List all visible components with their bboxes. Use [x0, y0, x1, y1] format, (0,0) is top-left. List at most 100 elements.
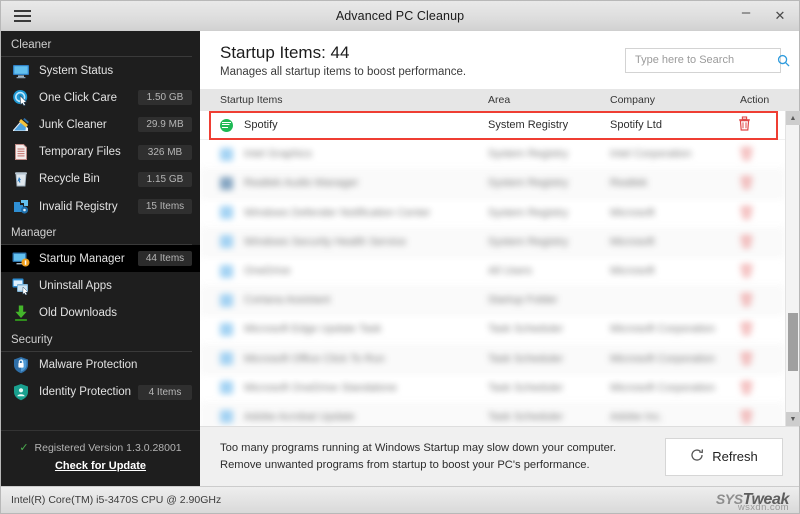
- sidebar-item-temporary-files[interactable]: Temporary Files 326 MB: [1, 139, 200, 166]
- window-title: Advanced PC Cleanup: [335, 8, 465, 23]
- registration-status: ✓ Registered Version 1.3.0.28001: [1, 441, 200, 455]
- check-for-update-link[interactable]: Check for Update: [55, 460, 146, 472]
- one-click-care-icon: [11, 88, 30, 107]
- row-action: 🗑: [736, 146, 785, 162]
- app-icon: [220, 322, 233, 336]
- row-startup-item-name: OneDrive: [244, 265, 291, 278]
- row-area: All Users: [488, 265, 533, 278]
- sidebar-item-old-downloads[interactable]: Old Downloads: [1, 300, 200, 327]
- sidebar-item-label: One Click Care: [39, 91, 117, 104]
- sidebar-group-security-label: Security: [1, 327, 192, 352]
- row-area: Task Scheduler: [488, 410, 564, 423]
- sidebar-item-system-status[interactable]: System Status: [1, 57, 200, 84]
- trash-icon[interactable]: 🗑: [738, 321, 755, 336]
- trash-icon[interactable]: 🗑: [738, 234, 755, 249]
- column-header-startup-items[interactable]: Startup Items: [220, 94, 488, 106]
- table-row[interactable]: Adobe Acrobat Update Task Scheduler Adobe …: [200, 402, 785, 426]
- table-row[interactable]: Spotify System Registry Spotify Ltd: [200, 111, 785, 141]
- startup-manager-icon: [11, 249, 30, 268]
- page-title: Startup Items: 44: [220, 42, 350, 62]
- row-company: Microsoft Corporation: [610, 352, 716, 365]
- trash-icon[interactable]: 🗑: [738, 351, 755, 366]
- search-box[interactable]: [625, 47, 790, 73]
- trash-icon[interactable]: 🗑: [738, 205, 755, 220]
- table-row[interactable]: OneDrive All Users Microsoft 🗑: [200, 257, 785, 287]
- sidebar-item-identity-protection[interactable]: Identity Protection 4 Items: [1, 379, 200, 406]
- table-header-row: Startup Items Area Company Action: [200, 89, 799, 111]
- refresh-button-label: Refresh: [712, 449, 758, 464]
- row-company: Microsoft: [610, 235, 655, 248]
- sidebar-item-label: Temporary Files: [39, 146, 121, 159]
- table-row[interactable]: Microsoft Edge Update Task Task Scheduler…: [200, 315, 785, 345]
- trash-icon[interactable]: 🗑: [738, 292, 755, 307]
- row-company: Intel Corporation: [610, 148, 692, 161]
- sidebar-item-invalid-registry[interactable]: Invalid Registry 15 Items: [1, 193, 200, 220]
- row-action: 🗑: [736, 409, 785, 425]
- column-header-action[interactable]: Action: [736, 94, 799, 106]
- uninstall-icon: [11, 276, 30, 295]
- window-body: Cleaner System Status One Click Care 1.5…: [1, 31, 800, 486]
- recycle-bin-icon: [11, 170, 30, 189]
- sidebar-item-one-click-care[interactable]: One Click Care 1.50 GB: [1, 84, 200, 111]
- trash-icon[interactable]: 🗑: [738, 409, 755, 424]
- row-action: 🗑: [736, 234, 785, 250]
- table-row[interactable]: Intel Graphics System Registry Intel Corpo…: [200, 140, 785, 170]
- table-row[interactable]: Windows Security Health Service System Re…: [200, 227, 785, 257]
- row-startup-item-name: Intel Graphics: [244, 148, 312, 161]
- footer-notice: Too many programs running at Windows Sta…: [200, 426, 799, 486]
- row-company: Microsoft: [610, 206, 655, 219]
- startup-items-list: Spotify System Registry Spotify Ltd Inte…: [200, 111, 785, 426]
- app-icon: [220, 381, 233, 395]
- row-action: 🗑: [736, 292, 785, 308]
- sidebar-item-malware-protection[interactable]: Malware Protection: [1, 352, 200, 379]
- notice-text: Too many programs running at Windows Sta…: [220, 440, 665, 474]
- broom-icon: [11, 115, 30, 134]
- refresh-button[interactable]: Refresh: [665, 437, 783, 476]
- search-icon[interactable]: [777, 54, 790, 67]
- scroll-up-button[interactable]: ▲: [786, 111, 800, 125]
- sidebar-item-badge: 326 MB: [138, 144, 192, 160]
- sidebar-item-startup-manager[interactable]: Startup Manager 44 Items: [1, 245, 200, 273]
- systweak-logo: SYSTweak wsxdn.com: [716, 491, 790, 513]
- row-company: Realtek: [610, 177, 648, 190]
- column-header-company[interactable]: Company: [610, 94, 736, 106]
- sidebar-item-badge: 44 Items: [138, 251, 192, 267]
- sidebar-item-label: Uninstall Apps: [39, 279, 112, 292]
- trash-icon[interactable]: 🗑: [738, 380, 755, 395]
- trash-icon[interactable]: [738, 116, 751, 134]
- close-button[interactable]: ✕: [765, 1, 795, 31]
- row-area: System Registry: [488, 235, 569, 248]
- trash-icon[interactable]: 🗑: [738, 263, 755, 278]
- row-area: Startup Folder: [488, 294, 558, 307]
- table-row[interactable]: Microsoft Office Click To Run Task Schedu…: [200, 344, 785, 374]
- row-area: System Registry: [488, 119, 569, 132]
- table-row[interactable]: Microsoft OneDrive Standalone Task Schedu…: [200, 374, 785, 403]
- table-row[interactable]: Cortana Assistant Startup Folder 🗑: [200, 286, 785, 316]
- row-area: System Registry: [488, 177, 569, 190]
- row-area: System Registry: [488, 206, 569, 219]
- row-action: 🗑: [736, 380, 785, 396]
- sidebar-item-recycle-bin[interactable]: Recycle Bin 1.15 GB: [1, 166, 200, 193]
- row-company: Adobe Inc.: [610, 410, 663, 423]
- app-icon: [220, 264, 233, 278]
- trash-icon[interactable]: 🗑: [738, 146, 755, 161]
- sidebar-item-junk-cleaner[interactable]: Junk Cleaner 29.9 MB: [1, 111, 200, 138]
- window-controls: – ✕: [731, 1, 799, 31]
- trash-icon[interactable]: 🗑: [738, 175, 755, 190]
- sidebar-item-uninstall-apps[interactable]: Uninstall Apps: [1, 272, 200, 299]
- table-row[interactable]: Realtek Audio Manager System Registry Real…: [200, 169, 785, 199]
- hamburger-menu-icon[interactable]: [1, 1, 43, 31]
- table-row[interactable]: Windows Defender Notification Center Syst…: [200, 199, 785, 228]
- app-window: Advanced PC Cleanup – ✕ Cleaner System S…: [0, 0, 800, 514]
- search-input[interactable]: [635, 54, 777, 66]
- scroll-down-button[interactable]: ▼: [786, 412, 800, 426]
- vertical-scrollbar[interactable]: ▲ ▼: [785, 111, 800, 426]
- sidebar-item-label: Identity Protection: [39, 386, 132, 399]
- row-company: Microsoft Corporation: [610, 381, 716, 394]
- row-startup-item-name: Spotify: [244, 119, 278, 132]
- row-startup-item-name: Windows Security Health Service: [244, 235, 407, 248]
- scrollbar-thumb[interactable]: [788, 313, 798, 371]
- row-area: Task Scheduler: [488, 323, 564, 336]
- minimize-button[interactable]: –: [731, 1, 761, 31]
- column-header-area[interactable]: Area: [488, 94, 610, 106]
